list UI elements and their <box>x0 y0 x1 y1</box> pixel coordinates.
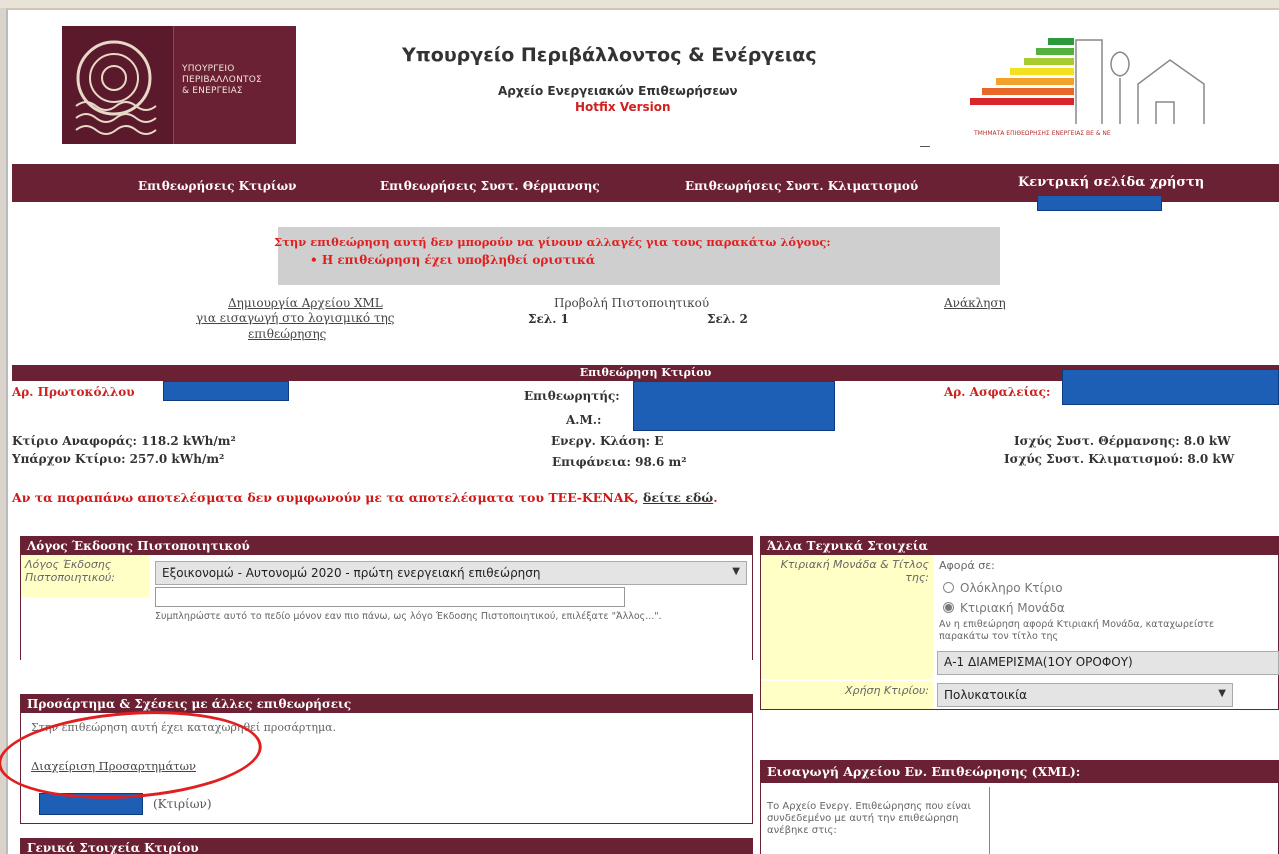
use-field-label: Χρήση Κτιρίου: <box>761 681 933 709</box>
redacted-insurance <box>1062 369 1279 405</box>
ministry-logo[interactable]: ΥΠΟΥΡΓΕΙΟ ΠΕΡΙΒΑΛΛΟΝΤΟΣ & ΕΝΕΡΓΕΙΑΣ <box>62 26 296 144</box>
unit-field-label: Κτιριακή Μονάδα & Τίτλος της: <box>761 555 933 679</box>
radio-building-unit-label: Κτιριακή Μονάδα <box>960 601 1065 615</box>
inspector-label: Επιθεωρητής: <box>524 389 620 403</box>
alert-reason: • Η επιθεώρηση έχει υποβληθεί οριστικά <box>310 253 596 267</box>
xml-import-panel: Εισαγωγή Αρχείου Εν. Επιθεώρησης (XML): … <box>760 760 1279 854</box>
xml-panel-title: Εισαγωγή Αρχείου Εν. Επιθεώρησης (XML): <box>761 761 1278 783</box>
am-label: Α.Μ.: <box>566 413 602 427</box>
certificate-preview-label: Προβολή Πιστοποιητικού <box>554 296 710 310</box>
energy-bar <box>1048 38 1074 45</box>
chevron-down-icon: ▼ <box>1218 688 1226 699</box>
reference-building-value: Κτίριο Αναφοράς: 118.2 kWh/m² <box>12 434 236 448</box>
reason-field-label: Λόγος Έκδοσης Πιστοποιητικού: <box>21 555 149 597</box>
ministry-emblem-icon <box>62 26 174 144</box>
unit-help-text: Αν η επιθεώρηση αφορά Κτιριακή Μονάδα, κ… <box>939 619 1215 642</box>
reason-select-value: Εξοικονομώ - Αυτονομώ 2020 - πρώτη ενεργ… <box>162 566 541 580</box>
kenak-warning-text: Αν τα παραπάνω αποτελέσματα δεν συμφωνού… <box>12 490 639 505</box>
redacted-username <box>1037 195 1162 211</box>
general-panel-title: Γενικά Στοιχεία Κτιρίου <box>21 839 752 854</box>
protocol-label: Αρ. Πρωτοκόλλου <box>12 385 135 399</box>
version-label: Hotfix Version <box>575 100 671 114</box>
related-suffix: (Κτιρίων) <box>153 797 212 811</box>
create-xml-link-line2[interactable]: για εισαγωγή στο λογισμικό της <box>196 311 395 325</box>
energy-bar <box>1036 48 1074 55</box>
energy-caption: ΤΜΗΜΑΤΑ ΕΠΙΘΕΩΡΗΣΗΣ ΕΝΕΡΓΕΙΑΣ ΒΕ & ΝΕ <box>974 130 1111 137</box>
tech-panel: Άλλα Τεχνικά Στοιχεία Κτιριακή Μονάδα & … <box>760 536 1279 710</box>
logo-line: & ΕΝΕΡΓΕΙΑΣ <box>182 86 243 96</box>
insurance-label: Αρ. Ασφαλείας: <box>944 385 1051 399</box>
warning-period: . <box>713 490 718 505</box>
energy-label-graphic: ΤΜΗΜΑΤΑ ΕΠΙΘΕΩΡΗΣΗΣ ΕΝΕΡΓΕΙΑΣ ΒΕ & ΝΕ <box>962 26 1224 146</box>
reason-help-text: Συμπληρώστε αυτό το πεδίο μόνον εαν πιο … <box>155 611 662 622</box>
general-panel: Γενικά Στοιχεία Κτιρίου <box>20 838 753 854</box>
window-top-edge <box>0 0 1279 8</box>
radio-whole-building[interactable]: Ολόκληρο Κτίριο <box>943 581 1063 595</box>
tech-panel-title: Άλλα Τεχνικά Στοιχεία <box>761 537 1278 555</box>
building-use-select[interactable]: Πολυκατοικία ▼ <box>937 683 1233 707</box>
attachments-panel-title: Προσάρτημα & Σχέσεις με άλλες επιθεωρήσε… <box>21 695 752 713</box>
kenak-warning-link[interactable]: δείτε εδώ <box>643 490 713 505</box>
reason-panel-title: Λόγος Έκδοσης Πιστοποιητικού <box>21 537 752 555</box>
redacted-protocol <box>163 381 289 401</box>
radio-building-unit[interactable]: Κτιριακή Μονάδα <box>943 601 1065 615</box>
unit-title-input[interactable]: Α-1 ΔΙΑΜΕΡΙΣΜΑ(1ΟΥ ΟΡΟΦΟΥ) <box>937 651 1279 675</box>
concerns-label: Αφορά σε: <box>939 559 995 572</box>
radio-whole-building-label: Ολόκληρο Κτίριο <box>960 581 1063 595</box>
logo-text: ΥΠΟΥΡΓΕΙΟ ΠΕΡΙΒΑΛΛΟΝΤΟΣ & ΕΝΕΡΓΕΙΑΣ <box>182 64 262 97</box>
other-reason-input[interactable] <box>155 587 625 607</box>
certificate-page1-link[interactable]: Σελ. 1 <box>528 312 569 326</box>
redacted-inspector <box>633 381 835 431</box>
locked-alert: Στην επιθεώρηση αυτή δεν μπορούν να γίνο… <box>274 227 1000 285</box>
revoke-link[interactable]: Ανάκληση <box>944 296 1006 310</box>
radio-circle-icon <box>943 582 954 593</box>
nav-heating-inspections[interactable]: Επιθεωρήσεις Συστ. Θέρμανσης <box>380 179 600 193</box>
house-outline-icon <box>1075 39 1205 124</box>
logo-line: ΥΠΟΥΡΓΕΙΟ <box>182 64 235 74</box>
nav-cooling-inspections[interactable]: Επιθεωρήσεις Συστ. Κλιματισμού <box>685 179 918 193</box>
chevron-down-icon: ▼ <box>732 566 740 577</box>
energy-bar <box>970 98 1074 105</box>
site-subtitle: Αρχείο Ενεργειακών Επιθεωρήσεων <box>498 84 738 98</box>
cooling-power-value: Ισχύς Συστ. Κλιματισμού: 8.0 kW <box>1004 452 1235 466</box>
site-title: Υπουργείο Περιβάλλοντος & Ενέργειας <box>402 44 817 66</box>
logo-line: ΠΕΡΙΒΑΛΛΟΝΤΟΣ <box>182 75 262 85</box>
energy-class-value: Ενεργ. Κλάση: Ε <box>551 434 664 448</box>
nav-building-inspections[interactable]: Επιθεωρήσεις Κτιρίων <box>138 179 296 193</box>
divider <box>989 787 990 854</box>
heating-power-value: Ισχύς Συστ. Θέρμανσης: 8.0 kW <box>1014 434 1231 448</box>
building-use-value: Πολυκατοικία <box>944 688 1028 702</box>
divider <box>920 146 930 147</box>
nav-user-home[interactable]: Κεντρική σελίδα χρήστη <box>1018 175 1204 190</box>
energy-bar <box>982 88 1074 95</box>
energy-bar <box>1024 58 1074 65</box>
reason-select[interactable]: Εξοικονομώ - Αυτονομώ 2020 - πρώτη ενεργ… <box>155 561 747 585</box>
alert-message: Στην επιθεώρηση αυτή δεν μπορούν να γίνο… <box>274 235 831 249</box>
reason-panel: Λόγος Έκδοσης Πιστοποιητικού Λόγος Έκδοσ… <box>20 536 753 660</box>
area-value: Επιφάνεια: 98.6 m² <box>552 455 687 469</box>
kenak-warning: Αν τα παραπάνω αποτελέσματα δεν συμφωνού… <box>12 490 718 505</box>
energy-bar <box>996 78 1074 85</box>
radio-selected-icon <box>943 602 954 613</box>
create-xml-link[interactable]: Δημιουργία Αρχείου XML <box>228 296 383 310</box>
xml-upload-info: Το Αρχείο Ενεργ. Επιθεώρησης που είναι σ… <box>767 801 971 836</box>
create-xml-link-line3[interactable]: επιθεώρησης <box>248 327 326 341</box>
existing-building-value: Υπάρχον Κτίριο: 257.0 kWh/m² <box>12 452 225 466</box>
energy-bar <box>1010 68 1074 75</box>
certificate-page2-link[interactable]: Σελ. 2 <box>707 312 748 326</box>
